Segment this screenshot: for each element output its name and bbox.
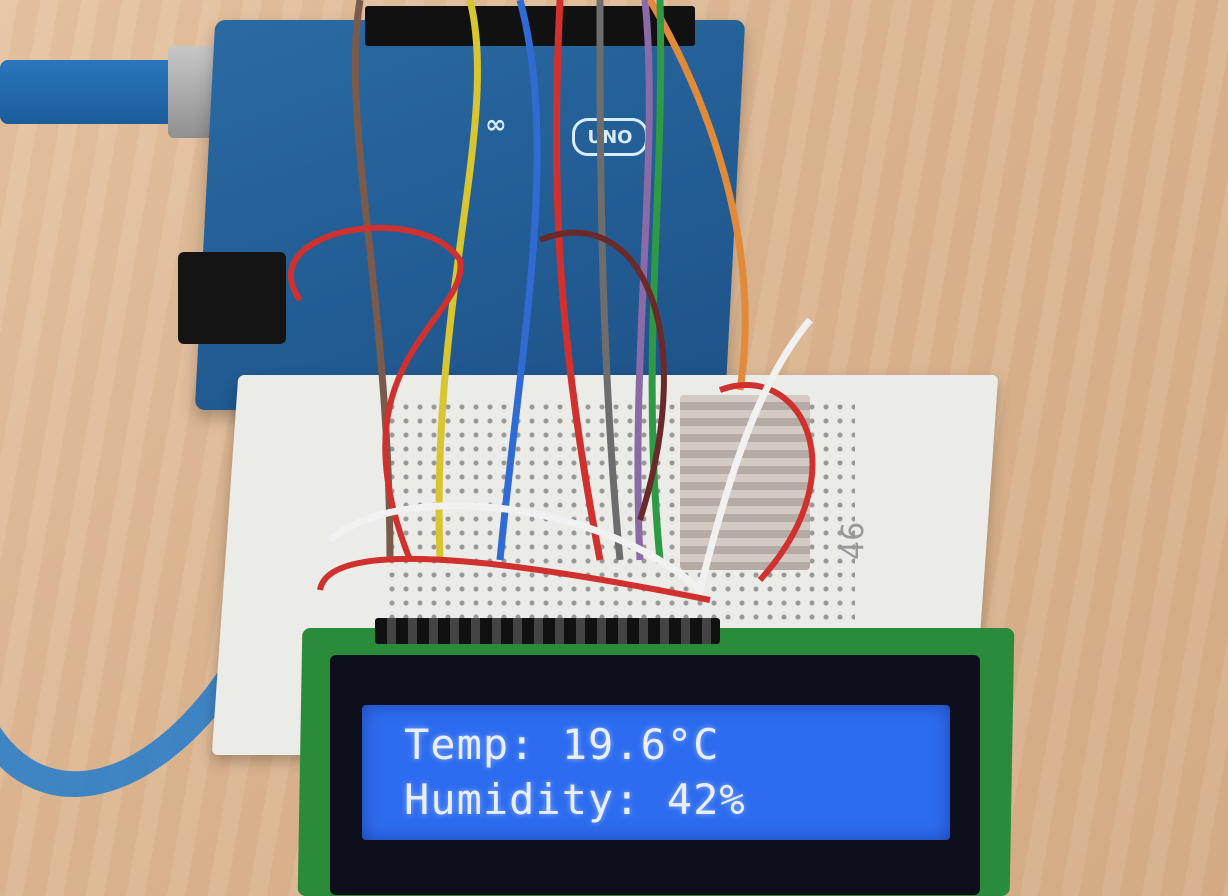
wire-orange <box>646 0 749 391</box>
lcd-display: Temp: 19.6°C Humidity: 42% <box>362 705 950 840</box>
wire-grey <box>596 0 624 561</box>
lcd-pin-header <box>375 618 720 644</box>
wire-blue <box>496 0 541 561</box>
lcd-line-temperature: Temp: 19.6°C <box>404 720 720 769</box>
lcd-line-humidity: Humidity: 42% <box>404 775 746 824</box>
wire-red-sensor <box>718 382 816 583</box>
wire-red-bottom <box>317 555 711 603</box>
wire-red-1 <box>552 0 604 561</box>
